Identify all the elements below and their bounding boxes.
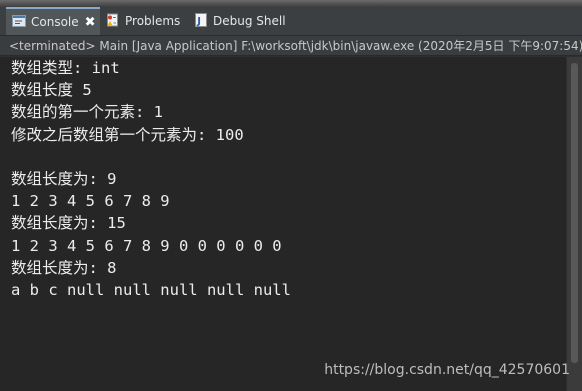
console-line: 1 2 3 4 5 6 7 8 9 0 0 0 0 0 0 [11, 236, 282, 255]
tab-console[interactable]: Console ✖ [6, 7, 100, 35]
tab-debug-shell-label: Debug Shell [213, 14, 286, 28]
tab-problems-label: Problems [125, 14, 181, 28]
editor-edge [0, 0, 582, 7]
problems-icon [106, 13, 120, 30]
watermark: https://blog.csdn.net/qq_42570601 [324, 362, 570, 378]
vertical-scrollbar[interactable] [566, 57, 582, 391]
process-status-line: <terminated> Main [Java Application] F:\… [0, 36, 582, 56]
view-tab-bar: Console ✖ Problems J Debug Shell [0, 7, 582, 36]
console-view: Console ✖ Problems J Debug Shell <termin… [0, 0, 582, 391]
debug-shell-icon: J [194, 12, 208, 30]
console-line: 数组长度为: 8 [11, 258, 117, 277]
console-line: 1 2 3 4 5 6 7 8 9 [11, 192, 170, 211]
console-line: 数组类型: int [11, 59, 120, 77]
console-line: a b c null null null null null [11, 280, 291, 299]
console-line: 数组长度 5 [11, 81, 92, 100]
tab-problems[interactable]: Problems [104, 7, 192, 35]
close-icon[interactable]: ✖ [85, 15, 96, 30]
console-line: 数组长度为: 9 [11, 169, 117, 188]
console-line: 数组长度为: 15 [11, 214, 126, 233]
console-line: 数组的第一个元素: 1 [11, 103, 163, 122]
scrollbar-thumb[interactable] [571, 63, 578, 363]
console-output[interactable]: 数组类型: int 数组长度 5 数组的第一个元素: 1 修改之后数组第一个元素… [0, 57, 566, 391]
console-line: 修改之后数组第一个元素为: 100 [11, 125, 244, 144]
tab-debug-shell[interactable]: J Debug Shell [192, 7, 292, 35]
tab-console-label: Console [31, 15, 79, 29]
console-icon [12, 14, 26, 31]
svg-text:J: J [196, 16, 201, 27]
